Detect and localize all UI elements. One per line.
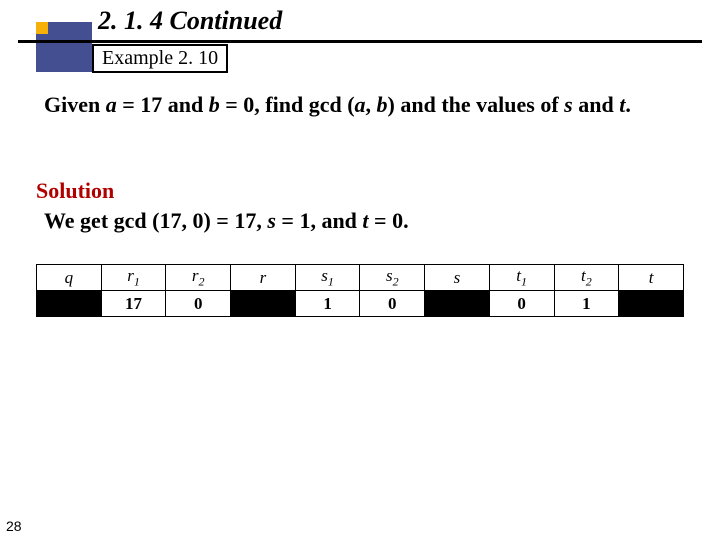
var-b: b xyxy=(209,92,220,117)
cell-r2: 0 xyxy=(166,291,231,317)
col-r2: r2 xyxy=(166,265,231,291)
cell-r xyxy=(231,291,296,317)
cell-t1: 0 xyxy=(489,291,554,317)
text: Given xyxy=(44,92,106,117)
var-b2: b xyxy=(377,92,388,117)
cell-r1: 17 xyxy=(101,291,166,317)
text: . xyxy=(625,92,631,117)
var-s: s xyxy=(267,208,276,233)
var-a: a xyxy=(106,92,117,117)
algorithm-table: q r1 r2 r s1 s2 s t1 t2 t 17 0 1 0 0 1 xyxy=(36,264,684,317)
text: , xyxy=(366,92,377,117)
header-underline xyxy=(18,40,702,43)
text: = 0, find gcd ( xyxy=(220,92,355,117)
cell-t xyxy=(619,291,684,317)
text: = 0. xyxy=(369,208,409,233)
table-header-row: q r1 r2 r s1 s2 s t1 t2 t xyxy=(37,265,684,291)
cell-s xyxy=(425,291,490,317)
example-label-box: Example 2. 10 xyxy=(92,44,228,73)
section-number: 2. 1. 4 Continued xyxy=(98,6,282,36)
col-s1: s1 xyxy=(295,265,360,291)
page-number: 28 xyxy=(6,518,22,534)
solution-heading: Solution xyxy=(36,178,114,204)
col-r1: r1 xyxy=(101,265,166,291)
header-decor-accent xyxy=(36,22,48,34)
slide-header: 2. 1. 4 Continued Example 2. 10 xyxy=(0,0,720,8)
col-q: q xyxy=(37,265,102,291)
var-s: s xyxy=(564,92,573,117)
cell-t2: 1 xyxy=(554,291,619,317)
col-s: s xyxy=(425,265,490,291)
col-t2: t2 xyxy=(554,265,619,291)
cell-q xyxy=(37,291,102,317)
solution-text: We get gcd (17, 0) = 17, s = 1, and t = … xyxy=(44,208,409,234)
text: = 17 and xyxy=(117,92,209,117)
cell-s2: 0 xyxy=(360,291,425,317)
cell-s1: 1 xyxy=(295,291,360,317)
table-row: 17 0 1 0 0 1 xyxy=(37,291,684,317)
text: and xyxy=(573,92,619,117)
col-s2: s2 xyxy=(360,265,425,291)
col-r: r xyxy=(231,265,296,291)
text: = 1, and xyxy=(276,208,363,233)
text: We get gcd (17, 0) = 17, xyxy=(44,208,267,233)
algorithm-table-wrap: q r1 r2 r s1 s2 s t1 t2 t 17 0 1 0 0 1 xyxy=(36,264,684,317)
problem-statement: Given a = 17 and b = 0, find gcd (a, b) … xyxy=(44,90,684,120)
text: ) and the values of xyxy=(388,92,565,117)
var-a2: a xyxy=(355,92,366,117)
col-t: t xyxy=(619,265,684,291)
col-t1: t1 xyxy=(489,265,554,291)
